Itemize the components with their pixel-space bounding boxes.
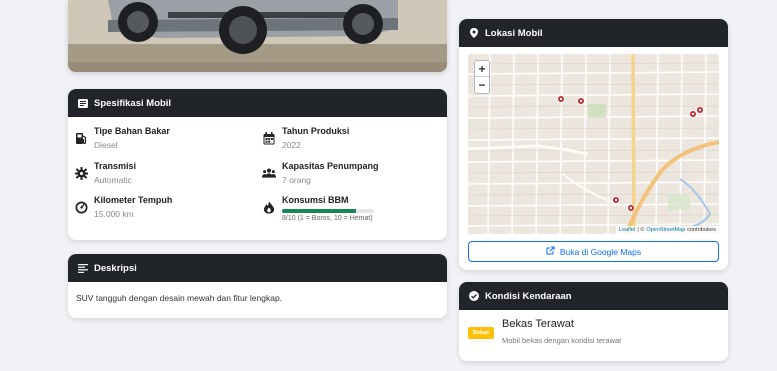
map-zoom-control: + − [474, 60, 490, 94]
spec-value: 15.000 km [94, 209, 134, 219]
condition-subtitle: Mobil bekas dengan kondisi terawat [502, 336, 622, 345]
location-card-header: Lokasi Mobil [459, 19, 728, 47]
users-icon [262, 166, 276, 180]
attribution-separator: | © [637, 227, 645, 233]
map-attribution: Leaflet | © OpenStreetMap contributors [615, 226, 719, 234]
list-icon [78, 98, 88, 108]
map-marker[interactable] [577, 92, 585, 110]
description-text: SUV tangguh dengan desain mewah dan fitu… [76, 293, 283, 303]
map-marker[interactable] [557, 90, 565, 108]
location-title: Lokasi Mobil [485, 27, 543, 39]
car-photo [68, 0, 447, 72]
spec-label: Kapasitas Penumpang [282, 161, 379, 171]
speedometer-icon [74, 200, 88, 214]
condition-title: Kondisi Kendaraan [485, 290, 572, 302]
map-marker[interactable] [612, 191, 620, 209]
calendar-icon [262, 131, 276, 145]
spec-label: Transmisi [94, 161, 137, 171]
osm-link[interactable]: OpenStreetMap [646, 227, 685, 233]
open-google-maps-button[interactable]: Buka di Google Maps [468, 241, 719, 262]
spec-value: 7 orang [282, 175, 311, 185]
car-image [68, 0, 447, 72]
condition-status: Bekas Terawat [502, 318, 574, 330]
open-google-maps-label: Buka di Google Maps [559, 246, 642, 257]
condition-card-header: Kondisi Kendaraan [459, 282, 728, 310]
map-tiles [468, 54, 719, 234]
fuel-consumption-caption: 8/10 (1 = Boros, 10 = Hemat) [282, 215, 373, 222]
map-pin-icon [469, 28, 479, 38]
spec-value: Diesel [94, 140, 118, 150]
spec-label: Tipe Bahan Bakar [94, 126, 170, 136]
condition-badge: Bekas [468, 327, 495, 339]
description-card: Deskripsi SUV tangguh dengan desain mewa… [68, 254, 447, 318]
zoom-out-button[interactable]: − [475, 77, 489, 93]
location-card: Lokasi Mobil + − Leaflet | © OpenStreetM… [459, 19, 728, 270]
map-marker[interactable] [696, 101, 704, 119]
spec-transmission: Transmisi Automatic [74, 161, 136, 185]
specs-grid: Tipe Bahan Bakar Diesel Tahun Produksi 2… [68, 117, 447, 228]
description-card-header: Deskripsi [68, 254, 447, 282]
specs-card: Spesifikasi Mobil Tipe Bahan Bakar Diese… [68, 89, 447, 240]
attribution-tail: contributors [687, 227, 716, 233]
specs-title: Spesifikasi Mobil [94, 97, 172, 109]
leaflet-link[interactable]: Leaflet [619, 227, 636, 233]
spec-fuel-type: Tipe Bahan Bakar Diesel [74, 126, 170, 150]
check-circle-icon [469, 291, 479, 301]
spec-label: Kilometer Tempuh [94, 195, 173, 205]
zoom-in-button[interactable]: + [475, 61, 489, 77]
map-view[interactable]: + − Leaflet | © OpenStreetMap contributo… [468, 54, 719, 234]
fuel-consumption-bar [282, 209, 374, 213]
spec-passenger-capacity: Kapasitas Penumpang 7 orang [262, 161, 379, 185]
specs-card-header: Spesifikasi Mobil [68, 89, 447, 117]
spec-mileage: Kilometer Tempuh 15.000 km [74, 195, 172, 219]
spec-label: Tahun Produksi [282, 126, 350, 136]
map-marker[interactable] [627, 199, 635, 217]
spec-fuel-consumption: Konsumsi BBM 8/10 (1 = Boros, 10 = Hemat… [262, 195, 374, 222]
fuel-icon [74, 131, 88, 145]
spec-production-year: Tahun Produksi 2022 [262, 126, 349, 150]
condition-card: Kondisi Kendaraan Bekas Bekas Terawat Mo… [459, 282, 728, 361]
spec-value: Automatic [94, 175, 132, 185]
gear-icon [74, 166, 88, 180]
fire-icon [262, 200, 276, 214]
align-left-icon [78, 263, 88, 273]
spec-label: Konsumsi BBM [282, 195, 349, 205]
fuel-consumption-fill [282, 209, 356, 213]
description-title: Deskripsi [94, 262, 137, 274]
external-link-icon [546, 246, 555, 257]
spec-value: 2022 [282, 140, 301, 150]
